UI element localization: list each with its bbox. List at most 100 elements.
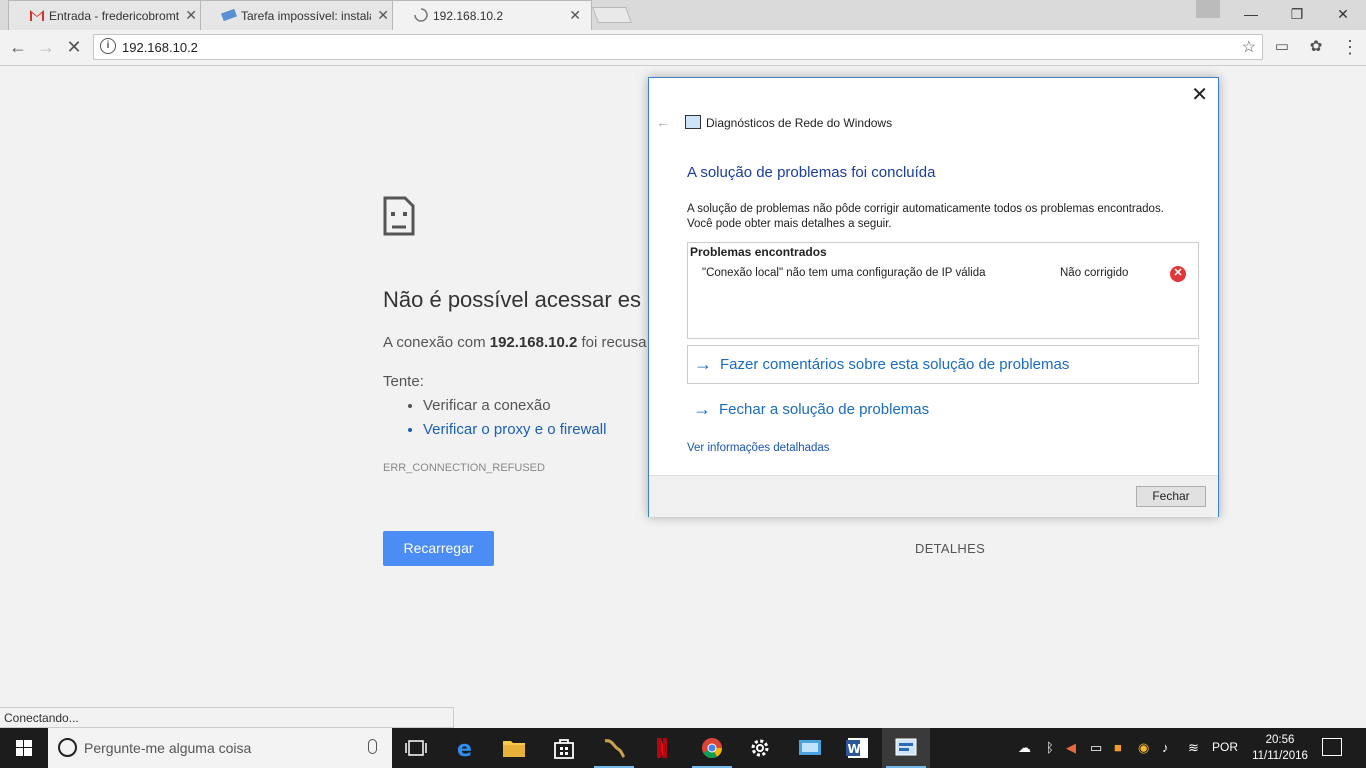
minimize-icon[interactable]: —: [1228, 0, 1274, 30]
problem-status: Não corrigido: [1060, 267, 1129, 279]
snake-app-icon: [604, 739, 626, 759]
message-suffix: foi recusa: [577, 334, 647, 351]
taskbar-netflix[interactable]: [638, 728, 686, 768]
wifi-icon[interactable]: ≋: [1188, 740, 1199, 756]
battery-icon[interactable]: ▭: [1090, 740, 1102, 756]
windows-logo-icon: [16, 740, 32, 756]
cortana-search[interactable]: Pergunte-me alguma coisa: [48, 728, 392, 768]
taskbar-edge[interactable]: e: [442, 728, 490, 768]
stop-icon[interactable]: ✕: [62, 36, 86, 60]
problem-name: "Conexão local" não tem uma configuração…: [702, 267, 986, 279]
sad-page-icon: [383, 196, 415, 236]
store-icon: [554, 739, 574, 759]
network-diagnostics-icon: [895, 738, 917, 756]
details-button[interactable]: DETALHES: [915, 541, 985, 556]
dialog-footer: Fechar: [649, 475, 1218, 517]
description-line-1: A solução de problemas não pôde corrigir…: [687, 203, 1164, 215]
bookmark-star-icon[interactable]: ☆: [1242, 37, 1256, 57]
taskbar-store[interactable]: [540, 728, 588, 768]
close-icon[interactable]: ✕: [377, 7, 389, 24]
svg-text:e: e: [457, 737, 472, 759]
taskbar-remote-desktop[interactable]: [786, 728, 834, 768]
cortana-icon: [58, 738, 77, 757]
address-text[interactable]: 192.168.10.2: [122, 40, 198, 55]
tab-gmail[interactable]: Entrada - fredericobromt ✕: [8, 0, 208, 30]
error-title: Não é possível acessar es: [383, 287, 642, 312]
arrow-right-icon: →: [694, 354, 712, 374]
menu-icon[interactable]: ⋮: [1338, 36, 1362, 60]
feedback-link-label: Fazer comentários sobre esta solução de …: [720, 356, 1070, 373]
address-bar[interactable]: i 192.168.10.2 ☆: [93, 34, 1263, 60]
volume-warning-icon[interactable]: ◀: [1066, 740, 1076, 756]
error-message: A conexão com 192.168.10.2 foi recusa: [383, 334, 648, 351]
network-diagnostics-dialog: ✕ ← Diagnósticos de Rede do Windows A so…: [648, 77, 1219, 517]
close-troubleshooter-link[interactable]: → Fechar a solução de problemas: [687, 391, 1199, 430]
search-placeholder: Pergunte-me alguma coisa: [84, 740, 252, 756]
netflix-icon: [657, 738, 667, 758]
edge-icon: e: [457, 737, 472, 759]
language-indicator[interactable]: POR: [1212, 740, 1238, 754]
taskbar-settings[interactable]: [736, 728, 784, 768]
close-icon[interactable]: ✕: [1191, 82, 1208, 107]
loading-icon: [414, 8, 428, 22]
fechar-button[interactable]: Fechar: [1136, 486, 1206, 507]
gmail-icon: [30, 10, 44, 21]
taskbar-network-diagnostics[interactable]: [882, 728, 930, 768]
tab-tarefa[interactable]: Tarefa impossível: instala ✕: [200, 0, 400, 30]
close-icon[interactable]: ✕: [185, 7, 197, 24]
dialog-description: A solução de problemas não pôde corrigir…: [687, 202, 1197, 232]
back-arrow-icon[interactable]: ←: [656, 114, 670, 130]
message-prefix: A conexão com: [383, 334, 490, 351]
tip-check-connection: Verificar a conexão: [423, 397, 606, 421]
forward-icon[interactable]: →: [34, 36, 58, 60]
message-host: 192.168.10.2: [489, 334, 578, 351]
try-label: Tente:: [383, 373, 424, 390]
notification-center-icon[interactable]: [1322, 738, 1342, 756]
back-icon[interactable]: ←: [6, 36, 30, 60]
dialog-heading: A solução de problemas foi concluída: [687, 164, 936, 181]
clock-time: 20:56: [1265, 734, 1295, 746]
feedback-link[interactable]: → Fazer comentários sobre esta solução d…: [687, 345, 1199, 384]
tip-check-proxy-link[interactable]: Verificar o proxy e o firewall: [423, 421, 606, 445]
task-view-button[interactable]: [392, 728, 440, 768]
speaker-icon[interactable]: ♪: [1162, 740, 1169, 755]
reload-button[interactable]: Recarregar: [383, 531, 494, 566]
sync-icon[interactable]: ◉: [1138, 740, 1149, 756]
error-x-icon: ✕: [1170, 266, 1186, 282]
tab-strip: Entrada - fredericobromt ✕ Tarefa imposs…: [0, 0, 1366, 30]
profile-icon[interactable]: [1196, 0, 1220, 18]
taskbar-file-explorer[interactable]: [490, 728, 538, 768]
clock[interactable]: 20:56 11/11/2016: [1248, 732, 1312, 764]
taskbar-chrome[interactable]: [688, 728, 736, 768]
network-diagnostics-icon: [685, 115, 701, 129]
tab-current[interactable]: 192.168.10.2 ✕: [392, 0, 592, 30]
remote-desktop-icon: [799, 740, 821, 755]
info-icon[interactable]: i: [100, 38, 116, 54]
taskbar: Pergunte-me alguma coisa e W ☁ ᛒ ◀ ▭ ■ ◉…: [0, 728, 1366, 768]
folder-icon: [503, 741, 525, 757]
close-icon[interactable]: ✕: [569, 7, 581, 24]
cast-icon[interactable]: ▭: [1270, 36, 1294, 60]
close-window-icon[interactable]: ✕: [1320, 0, 1366, 30]
gear-icon: [751, 739, 769, 757]
app-tray-icon[interactable]: ■: [1114, 740, 1122, 755]
tab-label: Entrada - fredericobromt: [49, 9, 179, 23]
taskbar-app-snake[interactable]: [590, 728, 638, 768]
svg-text:W: W: [848, 742, 861, 756]
detailed-info-link[interactable]: Ver informações detalhadas: [687, 442, 830, 454]
window-controls: — ❐ ✕: [1228, 0, 1366, 30]
chrome-icon: [702, 738, 723, 759]
new-tab-button[interactable]: [592, 7, 632, 23]
microphone-icon[interactable]: [368, 739, 377, 754]
task-view-icon: [405, 740, 427, 756]
close-troubleshooter-label: Fechar a solução de problemas: [719, 401, 930, 418]
page-icon: [221, 8, 237, 22]
restore-icon[interactable]: ❐: [1274, 0, 1320, 30]
description-line-2: Você pode obter mais detalhes a seguir.: [687, 218, 892, 230]
extension-icon[interactable]: ✿: [1304, 36, 1328, 60]
taskbar-word[interactable]: W: [834, 728, 882, 768]
tab-label: 192.168.10.2: [433, 9, 504, 23]
start-button[interactable]: [0, 728, 48, 768]
bluetooth-icon[interactable]: ᛒ: [1046, 740, 1054, 755]
cloud-icon[interactable]: ☁: [1018, 740, 1031, 756]
